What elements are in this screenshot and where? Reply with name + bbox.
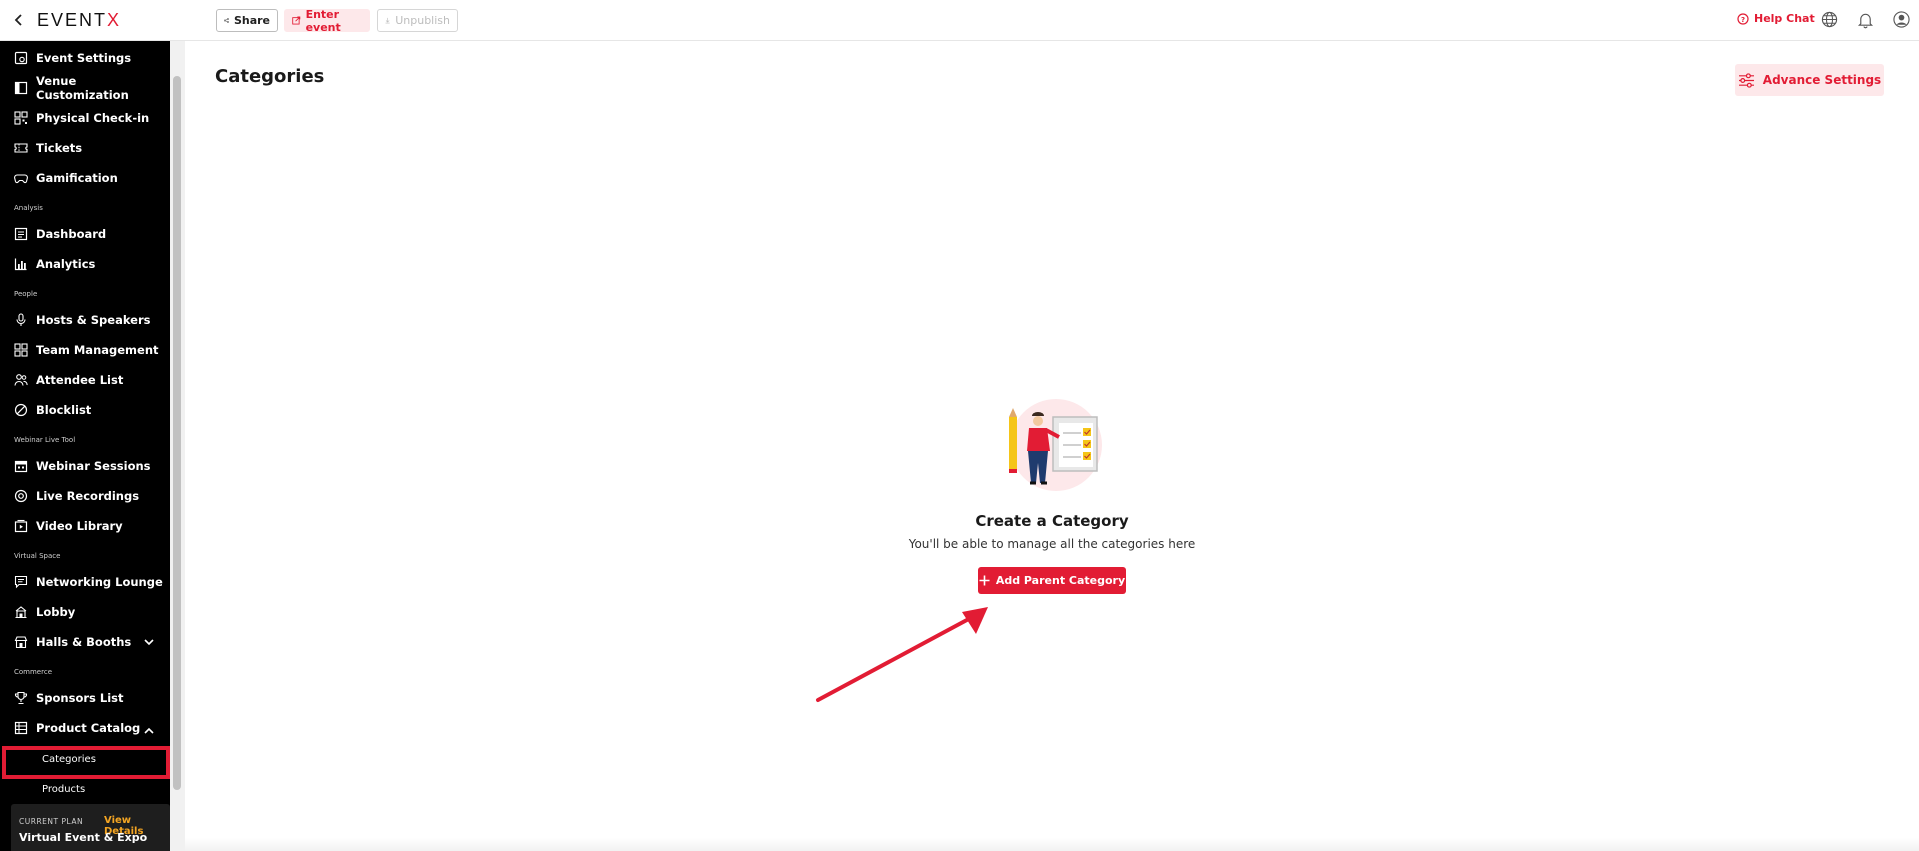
settings-icon	[14, 51, 28, 65]
current-plan-label: CURRENT PLAN	[19, 817, 84, 826]
sidebar-item-blocklist[interactable]: Blocklist	[0, 399, 170, 421]
block-icon	[14, 403, 28, 417]
sliders-icon	[1738, 72, 1754, 88]
add-parent-category-button[interactable]: Add Parent Category	[978, 567, 1126, 594]
sidebar-scrollbar-thumb[interactable]	[173, 76, 181, 790]
plus-icon	[979, 575, 990, 586]
chevron-up-icon[interactable]	[143, 725, 155, 737]
sidebar: Event Settings Venue Customization Physi…	[0, 41, 185, 851]
svg-text:?: ?	[1741, 16, 1745, 24]
sidebar-item-networking-lounge[interactable]: Networking Lounge	[0, 571, 170, 593]
trophy-icon	[14, 691, 28, 705]
sidebar-item-event-settings[interactable]: Event Settings	[0, 47, 170, 69]
help-chat-link[interactable]: ? Help Chat	[1737, 12, 1815, 25]
sidebar-item-analytics[interactable]: Analytics	[0, 253, 170, 275]
enter-event-label: Enter event	[305, 7, 341, 34]
sidebar-item-hosts-speakers[interactable]: Hosts & Speakers	[0, 309, 170, 331]
team-icon	[14, 343, 28, 357]
people-icon	[14, 374, 28, 386]
advance-settings-button[interactable]: Advance Settings	[1735, 64, 1884, 96]
sidebar-item-product-catalog[interactable]: Product Catalog	[0, 717, 170, 739]
sidebar-item-physical-checkin[interactable]: Physical Check-in	[0, 107, 170, 129]
sidebar-item-gamification[interactable]: Gamification	[0, 167, 170, 189]
share-icon	[224, 18, 229, 23]
sidebar-item-tickets[interactable]: Tickets	[0, 137, 170, 159]
chat-icon	[14, 575, 28, 589]
category-illustration	[1005, 395, 1105, 495]
unpublish-label: Unpublish	[395, 14, 450, 27]
ticket-icon	[14, 143, 28, 153]
sidebar-item-live-recordings[interactable]: Live Recordings	[0, 485, 170, 507]
sidebar-item-webinar-sessions[interactable]: Webinar Sessions	[0, 455, 170, 477]
empty-state-subtitle: You'll be able to manage all the categor…	[908, 537, 1196, 551]
mic-icon	[16, 313, 26, 326]
bar-chart-icon	[14, 258, 27, 271]
help-icon: ?	[1737, 12, 1749, 25]
user-avatar-icon[interactable]	[1893, 11, 1910, 32]
section-people: People	[14, 290, 38, 298]
sidebar-item-sponsors-list[interactable]: Sponsors List	[0, 687, 170, 709]
sidebar-item-halls-booths[interactable]: Halls & Booths	[0, 631, 170, 653]
section-webinar-live-tool: Webinar Live Tool	[14, 436, 76, 444]
sidebar-item-team-management[interactable]: Team Management	[0, 339, 170, 361]
sidebar-item-attendee-list[interactable]: Attendee List	[0, 369, 170, 391]
bottom-scroll-shadow	[185, 838, 1919, 851]
section-analysis: Analysis	[14, 204, 43, 212]
empty-state-title: Create a Category	[975, 512, 1129, 530]
help-chat-label: Help Chat	[1754, 12, 1815, 25]
plan-name: Virtual Event & Expo	[19, 831, 148, 844]
unpublish-button[interactable]: Unpublish	[377, 9, 458, 32]
section-virtual-space: Virtual Space	[14, 552, 61, 560]
bell-icon[interactable]	[1857, 11, 1874, 33]
sidebar-item-video-library[interactable]: Video Library	[0, 515, 170, 537]
globe-icon[interactable]	[1821, 11, 1838, 32]
external-link-icon	[292, 16, 301, 25]
enter-event-button[interactable]: Enter event	[284, 7, 370, 34]
record-icon	[14, 489, 28, 503]
calendar-icon	[14, 460, 28, 473]
add-parent-category-label: Add Parent Category	[995, 574, 1126, 587]
sidebar-item-venue-customization[interactable]: Venue Customization	[0, 74, 170, 102]
catalog-icon	[14, 721, 28, 735]
page-title: Categories	[215, 66, 325, 87]
share-button[interactable]: Share	[216, 9, 278, 32]
sidebar-item-lobby[interactable]: Lobby	[0, 601, 170, 623]
booth-icon	[14, 636, 28, 649]
annotation-arrow	[810, 600, 1000, 709]
unpublish-icon	[385, 17, 390, 24]
sidebar-item-dashboard[interactable]: Dashboard	[0, 223, 170, 245]
video-library-icon	[14, 519, 28, 533]
section-commerce: Commerce	[14, 668, 52, 676]
share-label: Share	[233, 14, 270, 27]
current-plan-card: CURRENT PLAN View Details Virtual Event …	[11, 804, 170, 851]
dashboard-icon	[14, 227, 28, 241]
qr-icon	[14, 111, 28, 125]
chevron-down-icon[interactable]	[143, 636, 155, 648]
sidebar-subitem-products[interactable]: Products	[42, 784, 85, 795]
layout-icon	[14, 81, 28, 95]
back-icon[interactable]	[12, 11, 26, 29]
advance-settings-label: Advance Settings	[1762, 73, 1882, 87]
eventx-logo[interactable]: EVENTX	[37, 10, 121, 31]
selection-highlight	[2, 746, 170, 779]
top-bar: EVENTX Share Enter event Unpublish ? Hel…	[0, 0, 1919, 41]
lobby-icon	[15, 606, 27, 619]
gamepad-icon	[14, 174, 28, 184]
